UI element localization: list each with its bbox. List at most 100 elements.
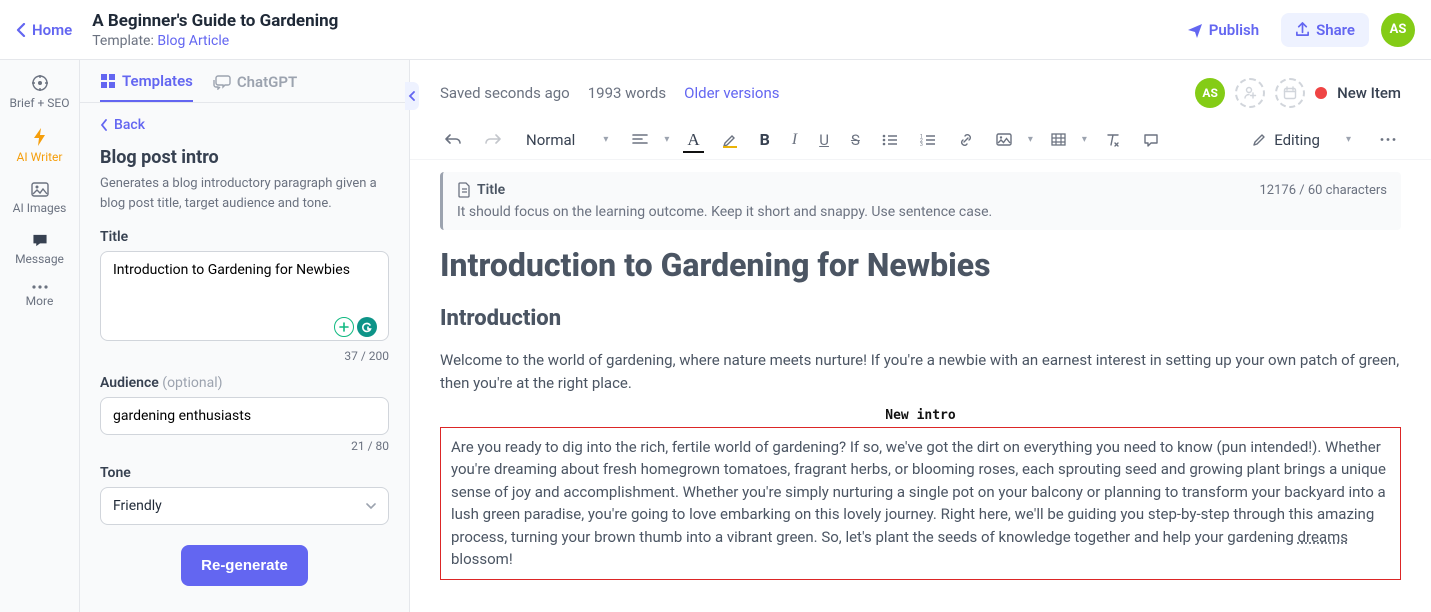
document-title[interactable]: A Beginner's Guide to Gardening [92,11,1177,31]
header-actions: Publish Share AS [1177,13,1415,47]
doc-heading-1[interactable]: Introduction to Gardening for Newbies [440,246,1401,284]
publish-button[interactable]: Publish [1177,15,1269,45]
chevron-down-icon[interactable]: ▾ [1028,134,1033,145]
body: Brief + SEO AI Writer AI Images Message … [0,60,1431,612]
tab-templates-label: Templates [122,72,193,90]
target-icon [31,74,49,92]
rail-brief-label: Brief + SEO [10,96,70,110]
template-link[interactable]: Blog Article [157,33,229,49]
insert-table-button[interactable] [1047,129,1070,150]
bullet-list-button[interactable] [878,130,902,150]
rail-images-label: AI Images [13,201,67,215]
sidebar-tabs: Templates ChatGPT [80,60,409,103]
chevron-down-icon[interactable]: ▾ [664,134,669,145]
insert-table-group: ▾ [1047,129,1087,150]
saved-status: Saved seconds ago [440,84,570,102]
audience-field-label: Audience (optional) [100,375,389,391]
status-bar: Saved seconds ago 1993 words Older versi… [410,60,1431,120]
grammarly-add-icon[interactable] [334,317,354,337]
audience-input[interactable] [100,397,389,435]
insert-image-button[interactable] [992,129,1016,150]
title-field-label: Title [100,229,389,245]
home-link[interactable]: Home [16,21,72,39]
rail-message[interactable]: Message [5,233,75,266]
left-rail: Brief + SEO AI Writer AI Images Message … [0,60,80,612]
paragraph-1[interactable]: Welcome to the world of gardening, where… [440,349,1401,396]
chat-icon [213,75,231,90]
status-dot [1315,87,1327,99]
collaborator-avatar[interactable]: AS [1195,78,1225,108]
add-date[interactable] [1275,78,1305,108]
user-avatar[interactable]: AS [1381,13,1415,47]
align-left-button[interactable] [628,130,652,150]
title-counter: 37 / 200 [100,349,389,363]
grammarly-icon[interactable] [357,317,377,337]
title-callout-label: Title [477,182,505,198]
bold-button[interactable]: B [756,126,774,153]
numbered-list-button[interactable]: 123 [916,130,940,150]
rail-message-label: Message [15,252,64,266]
align-group: ▾ [628,130,669,150]
grammarly-badges [334,317,377,337]
bolt-icon [32,128,47,146]
tab-templates[interactable]: Templates [100,72,193,102]
paragraph-style-select[interactable]: Normal ▾ [520,127,614,153]
rail-ai-writer[interactable]: AI Writer [5,128,75,164]
font-color-button[interactable]: A [683,126,703,153]
redo-button[interactable] [480,129,506,151]
toolbar: Normal ▾ ▾ A B I U S 123 ▾ [410,120,1431,160]
chevron-left-icon [100,119,108,131]
template-label: Template: [92,33,154,49]
main-editor: Saved seconds ago 1993 words Older versi… [410,60,1431,612]
link-button[interactable] [954,128,978,152]
share-button[interactable]: Share [1281,13,1369,47]
upload-icon [1295,22,1310,37]
message-icon [31,233,49,248]
more-button[interactable] [1375,133,1401,146]
tone-select-wrap: Friendly [100,487,389,525]
sidebar-collapse-handle[interactable] [405,82,419,110]
back-label: Back [114,117,145,133]
comment-button[interactable] [1139,129,1163,151]
panel-title: Blog post intro [100,147,389,168]
older-versions-link[interactable]: Older versions [684,84,779,102]
audience-label-text: Audience [100,375,159,391]
editing-mode-select[interactable]: Editing ▾ [1252,131,1351,149]
send-icon [1187,22,1203,38]
title-callout-left: Title [457,182,505,198]
chevron-down-icon: ▾ [603,134,608,145]
tone-select[interactable]: Friendly [100,487,389,525]
intro-text-b: blossom! [451,550,513,568]
generated-intro-box[interactable]: Are you ready to dig into the rich, fert… [440,427,1401,580]
audience-optional: (optional) [162,375,222,391]
rail-more-label: More [26,294,54,308]
rail-ai-images[interactable]: AI Images [5,182,75,215]
rail-more[interactable]: More [5,284,75,308]
add-collaborator[interactable] [1235,78,1265,108]
sidebar: Templates ChatGPT Back Blog post intro G… [80,60,410,612]
highlight-button[interactable] [718,128,742,152]
share-label: Share [1316,21,1355,39]
doc-heading-2[interactable]: Introduction [440,306,1401,331]
templates-icon [100,73,116,89]
image-icon [31,182,49,197]
strikethrough-button[interactable]: S [847,127,864,153]
editor-content[interactable]: Introduction to Gardening for Newbies In… [410,230,1431,612]
intro-text-dreams: dreams [1298,528,1348,546]
word-count: 1993 words [588,84,666,102]
chevron-down-icon[interactable]: ▾ [1082,134,1087,145]
template-line: Template: Blog Article [92,33,1177,49]
undo-button[interactable] [440,129,466,151]
clear-format-button[interactable] [1101,129,1125,151]
editing-label: Editing [1274,131,1320,149]
dots-icon [31,284,49,290]
italic-button[interactable]: I [788,127,801,153]
underline-button[interactable]: U [815,127,833,153]
rail-brief-seo[interactable]: Brief + SEO [5,74,75,110]
tab-chatgpt-label: ChatGPT [237,73,297,91]
new-item-label[interactable]: New Item [1337,84,1401,102]
tab-chatgpt[interactable]: ChatGPT [213,72,297,102]
back-link[interactable]: Back [100,117,389,133]
status-right: AS New Item [1195,78,1401,108]
regenerate-button[interactable]: Re-generate [181,545,308,586]
